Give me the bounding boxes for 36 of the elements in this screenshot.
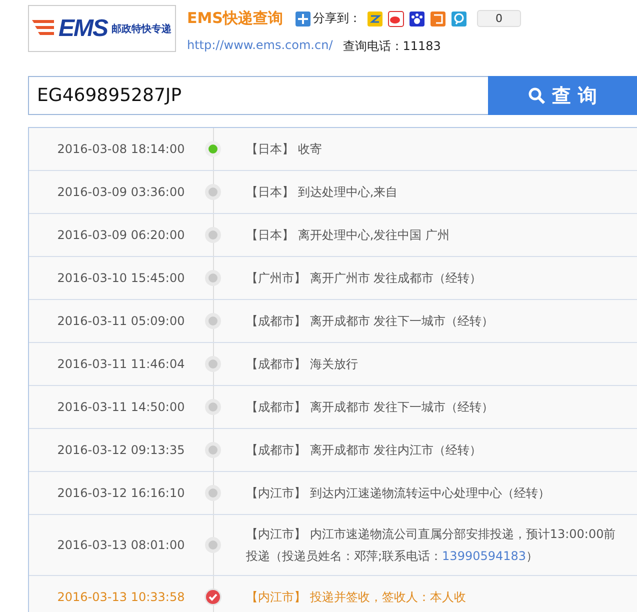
hotline-text: 查询电话：11183 (342, 38, 441, 55)
share-icon[interactable] (408, 10, 425, 26)
page-title: EMS快递查询 (187, 9, 283, 28)
event-description: 【成都市】 海关放行 (246, 356, 358, 373)
share-icon[interactable] (388, 10, 404, 26)
timestamp: 2016-03-11 14:50:00 (57, 400, 185, 414)
timestamp: 2016-03-12 16:16:10 (57, 486, 185, 500)
share-count: 0 (476, 10, 521, 27)
event-description: 【广州市】 离开广州市 发往成都市（经转） (246, 270, 482, 287)
search-button[interactable]: 查 询 (488, 76, 637, 115)
timestamp: 2016-03-12 09:13:35 (57, 443, 185, 457)
event-description: 【日本】 收寄 (246, 141, 322, 158)
search-icon (528, 86, 546, 104)
timestamp: 2016-03-09 06:20:00 (57, 228, 185, 242)
event-description: 【日本】 离开处理中心,发往中国 广州 (246, 227, 450, 244)
event-description: 【内江市】 到达内江速递物流转运中心处理中心（经转） (246, 485, 550, 502)
timestamp: 2016-03-11 05:09:00 (57, 314, 185, 328)
event-description: 【成都市】 离开成都市 发往内江市（经转） (246, 442, 482, 459)
timestamp: 2016-03-11 11:46:04 (57, 357, 185, 371)
event-description: 【成都市】 离开成都市 发往下一城市（经转） (246, 313, 494, 330)
event-description: 【日本】 到达处理中心,来自 (246, 184, 398, 201)
timestamp: 2016-03-10 15:45:00 (57, 271, 185, 285)
timestamp: 2016-03-13 08:01:00 (57, 538, 185, 552)
event-description: 【内江市】 内江市速递物流公司直属分部安排投递，预计13:00:00前投递（投递员姓名：邓萍;联系电话：13990594183） (246, 526, 617, 565)
tracking-number-field[interactable]: EG469895287JP (28, 76, 488, 115)
phone-link[interactable]: 13990594183 (442, 549, 526, 563)
share-label: 分享到： (312, 10, 361, 27)
status-dot (204, 140, 222, 158)
timestamp: 2016-03-09 03:36:00 (57, 185, 185, 199)
plus-icon[interactable] (294, 10, 311, 26)
share-icon[interactable] (366, 10, 383, 26)
event-description: 【内江市】 投递并签收，签收人：本人收 (246, 589, 466, 606)
website-link[interactable]: http://www.ems.com.cn/ (187, 38, 333, 55)
event-description: 【成都市】 离开成都市 发往下一城市（经转） (246, 399, 494, 416)
timestamp: 2016-03-13 10:33:58 (57, 590, 185, 604)
timestamp: 2016-03-08 18:14:00 (57, 142, 185, 156)
